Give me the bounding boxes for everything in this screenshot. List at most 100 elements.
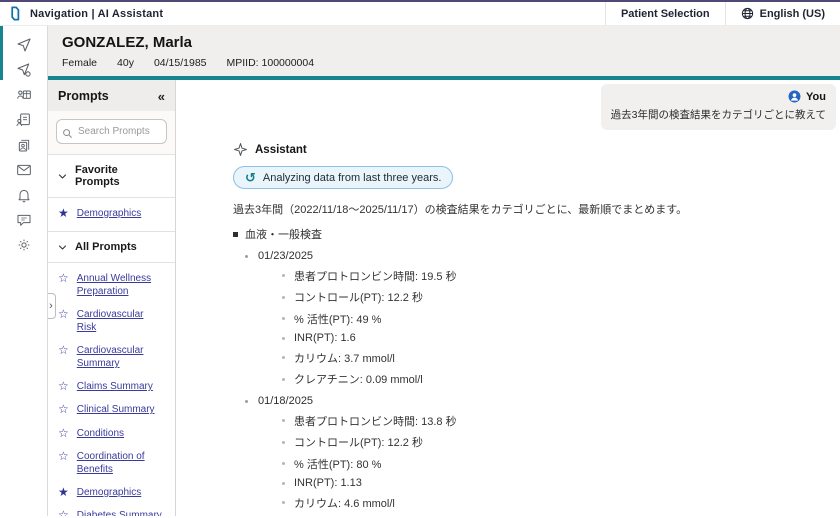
assistant-message-header: Assistant (233, 142, 836, 157)
lab-result-text: % 活性(PT): 49 % (294, 311, 381, 327)
prompt-link[interactable]: Demographics (77, 486, 141, 499)
chat-icon (16, 212, 32, 228)
sidebar-item-messages[interactable] (0, 157, 47, 182)
prompt-item[interactable]: ★ Demographics (48, 202, 175, 225)
lab-result-text: % 活性(PT): 80 % (294, 456, 381, 472)
prompt-item[interactable]: ☆ Coordination of Benefits (48, 445, 175, 481)
bullet-icon (282, 482, 285, 485)
gear-icon (16, 237, 32, 253)
prompt-link[interactable]: Demographics (77, 207, 141, 220)
app-logo-icon (10, 6, 21, 21)
sidebar-item-navigation[interactable] (0, 32, 47, 57)
patient-selection-button[interactable]: Patient Selection (605, 2, 725, 25)
mail-icon (16, 162, 32, 178)
prompt-item[interactable]: ★ Demographics (48, 481, 175, 504)
lab-entry-date-text: 01/23/2025 (258, 250, 313, 262)
prompt-item[interactable]: ☆ Annual Wellness Preparation (48, 267, 175, 303)
user-message: You 過去3年間の検査結果をカテゴリごとに教えて (601, 84, 836, 130)
star-outline-icon[interactable]: ☆ (58, 308, 69, 321)
all-prompts-label: All Prompts (75, 241, 137, 253)
favorite-prompts-list: ★ Demographics (48, 198, 175, 231)
star-filled-icon[interactable]: ★ (58, 486, 69, 499)
chat-area: You 過去3年間の検査結果をカテゴリごとに教えて Assistant ↺ An… (176, 80, 840, 516)
prompt-link[interactable]: Claims Summary (77, 380, 153, 393)
patient-age: 40y (117, 57, 134, 69)
sidebar-item-notifications[interactable] (0, 182, 47, 207)
prompts-panel: Prompts « Favorite Prompts ★ Demographics (48, 80, 176, 516)
lab-result-text: INR(PT): 1.13 (294, 477, 362, 489)
star-outline-icon[interactable]: ☆ (58, 344, 69, 357)
star-outline-icon[interactable]: ☆ (58, 380, 69, 393)
prompt-link[interactable]: Coordination of Benefits (77, 450, 165, 476)
user-message-header: You (611, 90, 826, 103)
language-label: English (US) (760, 8, 825, 20)
topbar-actions: Patient Selection English (US) (605, 2, 840, 25)
prompt-item[interactable]: ☆ Conditions (48, 422, 175, 445)
bullet-icon (282, 337, 285, 340)
star-outline-icon[interactable]: ☆ (58, 509, 69, 516)
sidebar-item-conversations[interactable] (0, 207, 47, 232)
assistant-message: Assistant ↺ Analyzing data from last thr… (233, 142, 836, 516)
sidebar-item-settings[interactable] (0, 232, 47, 257)
bullet-icon (282, 274, 285, 277)
lab-result-text: クレアチニン: 0.09 mmol/l (294, 371, 423, 387)
collapse-panel-button[interactable]: « (158, 90, 165, 103)
history-icon: ↺ (245, 171, 256, 184)
sidebar-item-patient-documents[interactable] (0, 107, 47, 132)
sidebar-item-patient-chart[interactable] (0, 82, 47, 107)
patient-mpiid: MPIID: 100000004 (227, 57, 315, 69)
analysis-status-chip: ↺ Analyzing data from last three years. (233, 166, 453, 189)
star-outline-icon[interactable]: ☆ (58, 272, 69, 285)
patient-documents-icon (16, 112, 32, 128)
search-icon (62, 126, 73, 137)
prompt-link[interactable]: Conditions (77, 427, 124, 440)
lab-entry-date: 01/23/2025 (245, 250, 836, 262)
globe-icon (741, 7, 754, 20)
bullet-icon (282, 378, 285, 381)
user-sender-label: You (806, 91, 826, 103)
star-outline-icon[interactable]: ☆ (58, 403, 69, 416)
star-outline-icon[interactable]: ☆ (58, 450, 69, 463)
patient-demographics: Female 40y 04/15/1985 MPIID: 100000004 (62, 57, 826, 69)
sidebar-item-contacts[interactable] (0, 132, 47, 157)
prompt-link[interactable]: Cardiovascular Risk (77, 308, 165, 334)
prompt-link[interactable]: Cardiovascular Summary (77, 344, 165, 370)
bullet-icon (282, 317, 285, 320)
lab-entry-items: 患者プロトロンビン時間: 19.5 秒コントロール(PT): 12.2 秒% 活… (282, 268, 836, 388)
prompt-item[interactable]: ☆ Clinical Summary (48, 398, 175, 421)
square-bullet-icon (233, 232, 238, 237)
favorite-prompts-section-toggle[interactable]: Favorite Prompts (48, 154, 175, 198)
prompts-panel-title: Prompts (58, 89, 109, 103)
send-icon (16, 37, 32, 53)
top-app-bar: Navigation | AI Assistant Patient Select… (0, 0, 840, 26)
all-prompts-section-toggle[interactable]: All Prompts (48, 231, 175, 263)
lab-result-text: INR(PT): 1.6 (294, 332, 356, 344)
sidebar-item-navigation-settings[interactable] (0, 57, 47, 82)
lab-result-row: コントロール(PT): 12.2 秒 (282, 434, 836, 450)
patient-sex: Female (62, 57, 97, 69)
prompt-link[interactable]: Annual Wellness Preparation (77, 272, 165, 298)
send-settings-icon (16, 62, 32, 78)
lab-result-text: 患者プロトロンビン時間: 19.5 秒 (294, 268, 457, 284)
bullet-icon (282, 356, 285, 359)
bullet-icon (245, 400, 248, 403)
prompt-search (48, 111, 175, 154)
prompts-panel-header: Prompts « (48, 80, 175, 111)
prompt-item[interactable]: ☆ Claims Summary (48, 375, 175, 398)
lab-entry-items: 患者プロトロンビン時間: 13.8 秒コントロール(PT): 12.2 秒 % 活… (282, 413, 836, 517)
lab-result-row: カリウム: 3.7 mmol/l (282, 350, 836, 366)
expand-panel-tab[interactable]: › (48, 293, 56, 319)
prompt-item[interactable]: ☆ Cardiovascular Summary (48, 339, 175, 375)
language-button[interactable]: English (US) (725, 2, 840, 25)
bullet-icon (282, 441, 285, 444)
prompt-item[interactable]: ☆ Diabetes Summary (48, 504, 175, 516)
bullet-icon (282, 501, 285, 504)
user-avatar-icon (788, 90, 801, 103)
star-filled-icon[interactable]: ★ (58, 207, 69, 220)
prompt-item[interactable]: ☆ Cardiovascular Risk (48, 303, 175, 339)
lab-result-row: カリウム: 4.6 mmol/l (282, 495, 836, 511)
prompt-link[interactable]: Diabetes Summary (77, 509, 162, 516)
prompt-link[interactable]: Clinical Summary (77, 403, 155, 416)
star-outline-icon[interactable]: ☆ (58, 427, 69, 440)
lab-result-text: 患者プロトロンビン時間: 13.8 秒 (294, 413, 457, 429)
